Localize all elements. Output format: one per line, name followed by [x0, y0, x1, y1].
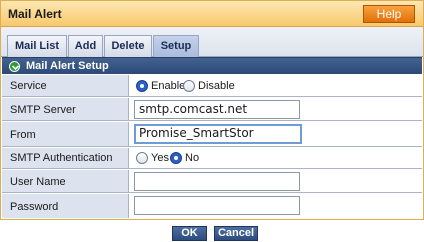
smtp-server-label: SMTP Server: [10, 104, 76, 116]
smtp-auth-no-label[interactable]: No: [185, 152, 199, 164]
tab-bar: Mail List Add Delete Setup: [1, 27, 423, 58]
section-title: Mail Alert Setup: [26, 60, 109, 72]
service-label: Service: [10, 80, 47, 92]
service-enable-radio[interactable]: [136, 80, 148, 92]
user-name-label: User Name: [10, 176, 66, 188]
user-name-input[interactable]: [134, 172, 300, 191]
window-title: Mail Alert: [8, 7, 62, 21]
smtp-server-row: SMTP Server smtp.comcast.net: [2, 98, 422, 121]
password-input[interactable]: [134, 196, 300, 215]
smtp-auth-yes-label[interactable]: Yes: [151, 152, 169, 164]
service-disable-radio[interactable]: [183, 80, 195, 92]
cancel-button[interactable]: Cancel: [214, 226, 258, 241]
title-bar: Mail Alert Help: [1, 1, 423, 27]
from-row: From Promise_SmartStor: [2, 122, 422, 147]
password-label: Password: [10, 201, 59, 213]
collapse-chevron-icon[interactable]: [9, 61, 20, 72]
service-enable-label[interactable]: Enable: [151, 80, 185, 92]
ok-button[interactable]: OK: [172, 226, 207, 241]
smtp-server-input[interactable]: smtp.comcast.net: [134, 100, 300, 119]
tab-delete[interactable]: Delete: [104, 35, 152, 57]
tab-mail-list[interactable]: Mail List: [7, 35, 67, 57]
smtp-auth-row: SMTP Authentication Yes No: [2, 148, 422, 169]
smtp-auth-yes-radio[interactable]: [136, 152, 148, 164]
smtp-auth-no-radio[interactable]: [170, 152, 182, 164]
from-input[interactable]: Promise_SmartStor: [134, 124, 302, 144]
tab-setup[interactable]: Setup: [153, 35, 199, 58]
service-row: Service Enable Disable: [2, 75, 422, 97]
password-row: Password: [2, 194, 422, 218]
mail-alert-window: Mail Alert Help Mail List Add Delete Set…: [0, 0, 424, 220]
section-header[interactable]: Mail Alert Setup: [2, 57, 422, 74]
service-disable-label[interactable]: Disable: [198, 80, 235, 92]
smtp-auth-label: SMTP Authentication: [10, 152, 113, 164]
user-name-row: User Name: [2, 170, 422, 193]
from-label: From: [10, 129, 36, 141]
help-button[interactable]: Help: [363, 5, 415, 23]
tab-add[interactable]: Add: [68, 35, 103, 57]
